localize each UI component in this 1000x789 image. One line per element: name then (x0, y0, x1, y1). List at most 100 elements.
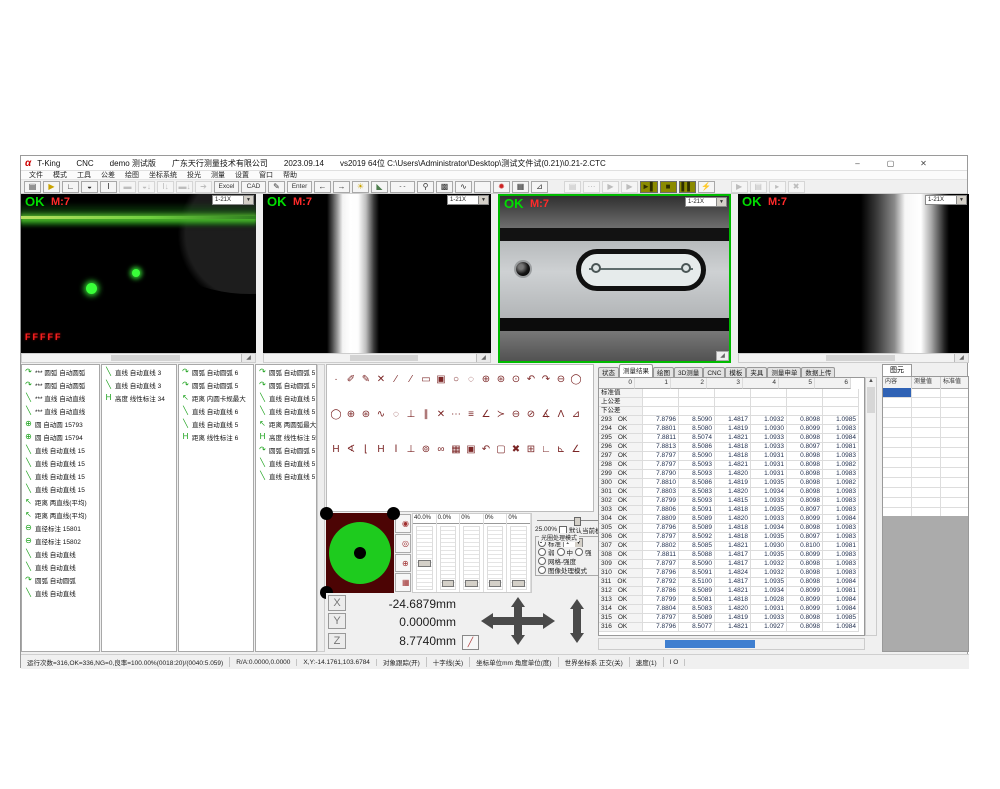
table-row[interactable]: 300OK 7.88108.50861.4819 1.09350.80981.0… (599, 479, 864, 488)
ring-light-preview[interactable] (326, 513, 394, 593)
toolbar-button[interactable]: ▬↓ (176, 181, 193, 193)
measure-tool-icon[interactable]: ⋯ (450, 408, 462, 421)
measure-tool-icon[interactable]: ⊿ (570, 408, 582, 421)
measure-tool-icon[interactable]: ↶ (525, 373, 537, 386)
results-tab[interactable]: 测量申单 (767, 367, 801, 377)
measure-tool-icon[interactable]: ∢ (345, 443, 357, 456)
measure-tool-icon[interactable]: ↷ (540, 373, 552, 386)
list-item[interactable]: ↖距离 两圆弧最大 (256, 417, 316, 430)
list-item[interactable]: ↷圆弧 自动圆弧 5 (256, 443, 316, 456)
pan-zoom-grip-icon[interactable]: ◢ (954, 354, 968, 362)
diagonal-move-button[interactable]: ╱ (462, 635, 479, 650)
results-tab[interactable]: CNC (703, 367, 725, 377)
table-row[interactable]: 294OK 7.88018.50801.4819 1.09300.80991.0… (599, 425, 864, 434)
measure-tool-icon[interactable]: ▣ (435, 373, 447, 386)
list-item[interactable]: ↷圆弧 自动圆弧 (22, 573, 99, 586)
measure-tool-icon[interactable]: ∠ (570, 443, 582, 456)
list-item[interactable]: ╲直线 自动直线 5 (256, 404, 316, 417)
toolbar-button[interactable]: ▩ (436, 181, 453, 193)
measure-tool-icon[interactable]: ✖ (510, 443, 522, 456)
table-row[interactable]: 297OK 7.87978.50901.4818 1.09310.80981.0… (599, 452, 864, 461)
x-axis-icon[interactable]: X (328, 595, 346, 611)
list-item[interactable]: ↷*** 圆弧 自动圆弧 (22, 365, 99, 378)
light-slider-track[interactable] (440, 526, 457, 590)
measure-tool-icon[interactable]: Ⅰ (390, 443, 402, 456)
menu-item[interactable]: 设置 (230, 170, 254, 180)
toolbar-button[interactable]: ▶ (731, 181, 748, 193)
table-row[interactable]: 299OK 7.87908.50931.4820 1.09310.80981.0… (599, 470, 864, 479)
measure-tool-icon[interactable]: ✎ (360, 373, 372, 386)
light-slider-track[interactable] (510, 526, 527, 590)
menu-item[interactable]: 模式 (48, 170, 72, 180)
list-item[interactable]: H距离 线性标注 6 (179, 430, 253, 443)
toolbar-button[interactable]: ⚲ (417, 181, 434, 193)
toolbar-button[interactable]: ▶ (621, 181, 638, 193)
pan-zoom-grip-icon[interactable]: ◢ (241, 354, 255, 362)
measure-tool-icon[interactable]: ∥ (420, 408, 432, 421)
list-item[interactable]: ╲直线 自动直线 (22, 547, 99, 560)
measure-tool-icon[interactable]: ◯ (570, 373, 582, 386)
camera4-scrollbar[interactable]: ◢ (738, 353, 969, 363)
measure-tool-icon[interactable]: ⊞ (525, 443, 537, 456)
camera1-scrollbar[interactable]: ◢ (21, 353, 256, 363)
measure-tool-icon[interactable]: ⊛ (495, 373, 507, 386)
toolbar-button[interactable]: Excel (214, 181, 239, 193)
list-item[interactable]: ↷圆弧 自动圆弧 5 (256, 378, 316, 391)
measure-tool-icon[interactable]: ✕ (435, 408, 447, 421)
list-item[interactable]: ╲直线 自动直线 3 (102, 378, 176, 391)
table-row[interactable]: 310OK 7.87968.50911.4824 1.09320.80981.0… (599, 569, 864, 578)
results-tab[interactable]: 状态 (598, 367, 619, 377)
list-item[interactable]: ⊖直径标注 15802 (22, 534, 99, 547)
detail-selected-cell[interactable] (883, 388, 911, 397)
toolbar-button[interactable]: ⊿ (531, 181, 548, 193)
light-slider-thumb[interactable] (418, 560, 431, 567)
z-axis-icon[interactable]: Z (328, 633, 346, 649)
list-item[interactable]: ╲直线 自动直线 (22, 560, 99, 573)
pan-zoom-grip-icon[interactable]: ◢ (476, 354, 490, 362)
list-item[interactable]: ╲*** 直线 自动直线 (22, 391, 99, 404)
measure-tool-icon[interactable]: Λ (555, 408, 567, 421)
toolbar-button[interactable]: ▶ (43, 181, 60, 193)
measure-tool-icon[interactable]: ∟ (540, 443, 552, 456)
toolbar-button[interactable]: ⋯ (583, 181, 600, 193)
toolbar-button[interactable]: ▌▌ (679, 181, 696, 193)
toolbar-button[interactable]: ◒ (81, 181, 98, 193)
measure-tool-icon[interactable]: ⊾ (555, 443, 567, 456)
camera-view-4[interactable]: OK M:7 1-21X▼ (738, 194, 969, 353)
toolbar-button[interactable]: ◣ (371, 181, 388, 193)
measure-tool-icon[interactable]: ◌ (390, 408, 402, 421)
toolbar-button[interactable]: Ⅰ (100, 181, 117, 193)
chevron-down-icon[interactable]: ▼ (716, 198, 726, 206)
light-slider-track[interactable] (487, 526, 504, 590)
table-row[interactable]: 309OK 7.87978.50901.4817 1.09320.80981.0… (599, 560, 864, 569)
table-row[interactable]: 316OK 7.87968.50771.4821 1.09270.80981.0… (599, 623, 864, 632)
table-row[interactable]: 306OK 7.87978.50921.4818 1.09350.80971.0… (599, 533, 864, 542)
camera3-zoom-dropdown[interactable]: 1-21X▼ (685, 197, 727, 207)
measure-tool-icon[interactable]: H (330, 443, 342, 456)
light-slider-thumb[interactable] (465, 580, 478, 587)
table-row[interactable]: 302OK 7.87998.50931.4815 1.09330.80981.0… (599, 497, 864, 506)
light-mode-button[interactable]: ⊕ (395, 554, 411, 573)
table-row[interactable]: 303OK 7.88068.50911.4818 1.09350.80971.0… (599, 506, 864, 515)
minimize-button[interactable]: – (850, 158, 865, 169)
measure-tool-icon[interactable]: ⊕ (345, 408, 357, 421)
results-grid[interactable]: 0123456 标准值 上公差 下公差 293OK 7.87968.50901.… (598, 377, 865, 636)
results-tab[interactable]: 绘图 (653, 367, 674, 377)
menu-item[interactable]: 文件 (24, 170, 48, 180)
measure-tool-icon[interactable]: ∠ (480, 408, 492, 421)
toolbar-button[interactable]: ◒↓ (138, 181, 155, 193)
measure-tool-icon[interactable]: ⊥ (405, 443, 417, 456)
measure-tool-icon[interactable]: ✐ (345, 373, 357, 386)
grid-horizontal-scrollbar[interactable] (598, 638, 865, 650)
light-slider-track[interactable] (463, 526, 480, 590)
results-tab[interactable]: 测量结果 (619, 364, 653, 377)
toolbar-button[interactable]: ✹ (493, 181, 510, 193)
list-item[interactable]: ╲直线 自动直线 15 (22, 482, 99, 495)
camera-view-1[interactable]: FFFFF OK M:7 1-21X▼ (21, 194, 256, 353)
camera-view-3-selected[interactable]: OK M:7 1-21X▼ ◢ (498, 194, 731, 363)
measure-tool-icon[interactable]: ▦ (450, 443, 462, 456)
list-item[interactable]: ╲直线 自动直线 15 (22, 443, 99, 456)
radio-weak[interactable] (538, 548, 546, 556)
measure-tool-icon[interactable]: ∕ (390, 373, 402, 386)
toolbar-button[interactable]: ▦ (512, 181, 529, 193)
